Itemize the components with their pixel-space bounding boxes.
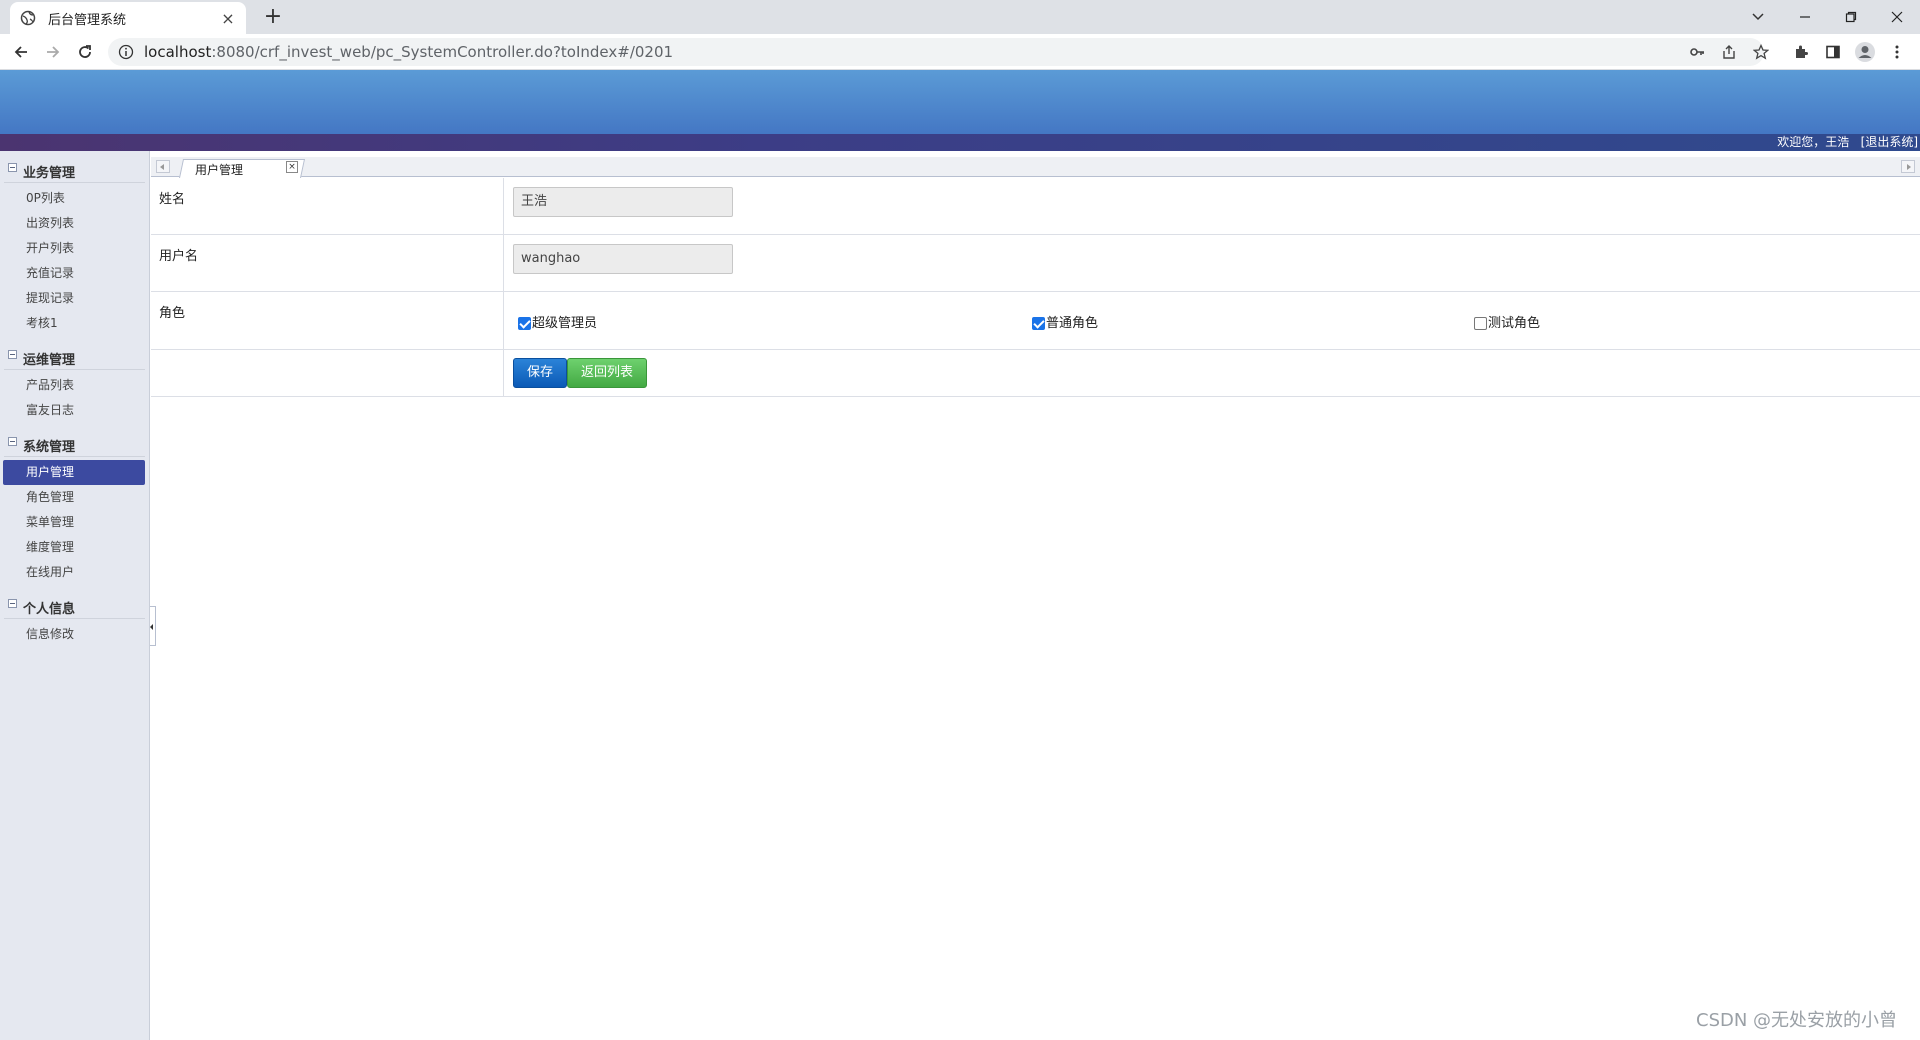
close-tab-icon[interactable]: × [220, 9, 236, 28]
role-option-label: 普通角色 [1046, 316, 1099, 331]
form-value-cell: 超级管理员 普通角色 测试角色 [504, 292, 1920, 349]
save-button[interactable]: 保存 [513, 358, 568, 388]
sidebar-item-fuyou-log[interactable]: 富友日志 [3, 398, 145, 423]
minimize-icon[interactable] [1782, 0, 1828, 34]
checkbox-checked-icon[interactable] [518, 317, 531, 330]
close-content-tab-icon[interactable]: × [286, 161, 298, 173]
checkbox-unchecked-icon[interactable] [1474, 317, 1487, 330]
role-label: 角色 [151, 292, 504, 349]
browser-tab[interactable]: 后台管理系统 × [10, 2, 246, 34]
role-checkbox-normal[interactable]: 普通角色 [1032, 312, 1098, 331]
username-field[interactable]: wanghao [513, 244, 733, 274]
globe-icon [20, 10, 36, 26]
form-row-name: 姓名 王浩 [151, 178, 1920, 235]
sidebar-item-recharge-records[interactable]: 充值记录 [3, 261, 145, 286]
sidebar-group-label: 运维管理 [23, 353, 76, 368]
form-row-role: 角色 超级管理员 普通角色 测试角色 [151, 292, 1920, 350]
content-tab-strip: 用户管理 × [151, 157, 1920, 178]
sidebar-group-items: 0P列表 出资列表 开户列表 充值记录 提现记录 考核1 [0, 183, 149, 338]
sidebar-group-label: 业务管理 [23, 166, 76, 181]
extensions-icon[interactable] [1788, 39, 1814, 65]
sidebar-item-online-users[interactable]: 在线用户 [3, 560, 145, 585]
more-menu-icon[interactable] [1884, 39, 1910, 65]
profile-avatar-icon[interactable] [1852, 39, 1878, 65]
sidebar-item-account-list[interactable]: 开户列表 [3, 236, 145, 261]
sidebar-item-op-list[interactable]: 0P列表 [3, 186, 145, 211]
sidebar-item-role-management[interactable]: 角色管理 [3, 485, 145, 510]
form-value-cell: 保存 返回列表 [504, 350, 1920, 396]
close-window-icon[interactable] [1874, 0, 1920, 34]
sidebar-item-assessment[interactable]: 考核1 [3, 311, 145, 336]
form-row-username: 用户名 wanghao [151, 235, 1920, 292]
content-tab-label: 用户管理 [195, 163, 244, 177]
sidebar-item-withdraw-records[interactable]: 提现记录 [3, 286, 145, 311]
sidebar-group-items: 产品列表 富友日志 [0, 370, 149, 425]
address-bar[interactable]: localhost:8080/crf_invest_web/pc_SystemC… [108, 38, 1764, 66]
welcome-bar: 欢迎您，王浩 [退出系统] [0, 134, 1920, 151]
checkbox-checked-icon[interactable] [1032, 317, 1045, 330]
sidebar-group-personal[interactable]: 个人信息 [4, 593, 145, 619]
sidebar-collapse-handle[interactable] [150, 606, 156, 646]
sidebar-group-business[interactable]: 业务管理 [4, 157, 145, 183]
sidebar-group-system[interactable]: 系统管理 [4, 431, 145, 457]
reload-icon[interactable] [72, 39, 98, 65]
role-option-label: 测试角色 [1488, 316, 1541, 331]
side-panel-icon[interactable] [1820, 39, 1846, 65]
collapse-minus-icon[interactable] [8, 599, 17, 608]
watermark-text: CSDN @无处安放的小曾 [1696, 1010, 1898, 1031]
empty-label-cell [151, 350, 504, 396]
url-host: localhost [144, 43, 212, 61]
sidebar-item-edit-info[interactable]: 信息修改 [3, 622, 145, 647]
sidebar-item-menu-management[interactable]: 菜单管理 [3, 510, 145, 535]
form-value-cell: 王浩 [504, 178, 1920, 234]
share-icon[interactable] [1716, 39, 1742, 65]
scroll-right-icon[interactable] [1901, 160, 1915, 173]
site-info-icon[interactable] [118, 44, 134, 60]
back-arrow-icon[interactable] [8, 39, 34, 65]
role-checkbox-test[interactable]: 测试角色 [1474, 312, 1540, 331]
username-label: 用户名 [151, 235, 504, 291]
sidebar-item-funding-list[interactable]: 出资列表 [3, 211, 145, 236]
form-row-actions: 保存 返回列表 [151, 350, 1920, 397]
tab-search-icon[interactable] [1744, 4, 1772, 30]
url-path: :8080/crf_invest_web/pc_SystemController… [211, 43, 674, 61]
url-text: localhost:8080/crf_invest_web/pc_SystemC… [144, 43, 673, 61]
browser-toolbar: localhost:8080/crf_invest_web/pc_SystemC… [0, 34, 1920, 70]
back-to-list-button[interactable]: 返回列表 [567, 358, 648, 388]
new-tab-button[interactable]: + [260, 4, 286, 30]
scroll-left-icon[interactable] [156, 160, 170, 173]
collapse-minus-icon[interactable] [8, 437, 17, 446]
app-header-banner [0, 70, 1920, 134]
key-icon[interactable] [1684, 39, 1710, 65]
sidebar-item-dimension-management[interactable]: 维度管理 [3, 535, 145, 560]
name-field[interactable]: 王浩 [513, 187, 733, 217]
sidebar-item-product-list[interactable]: 产品列表 [3, 373, 145, 398]
restore-icon[interactable] [1828, 0, 1874, 34]
role-checkbox-super-admin[interactable]: 超级管理员 [518, 312, 597, 331]
sidebar-group-label: 个人信息 [23, 602, 76, 617]
sidebar-group-items: 用户管理 角色管理 菜单管理 维度管理 在线用户 [0, 457, 149, 587]
role-option-label: 超级管理员 [532, 316, 598, 331]
user-edit-form: 姓名 王浩 用户名 wanghao 角色 超级管理员 普通角色 测试角色 保存 … [151, 178, 1920, 397]
browser-tab-title: 后台管理系统 [48, 12, 127, 28]
sidebar-group-items: 信息修改 [0, 619, 149, 649]
collapse-minus-icon[interactable] [8, 350, 17, 359]
forward-arrow-icon[interactable] [40, 39, 66, 65]
form-value-cell: wanghao [504, 235, 1920, 291]
name-label: 姓名 [151, 178, 504, 234]
sidebar-item-user-management[interactable]: 用户管理 [3, 460, 145, 485]
sidebar-group-label: 系统管理 [23, 440, 76, 455]
star-icon[interactable] [1748, 39, 1774, 65]
browser-tab-strip: 后台管理系统 × + [0, 0, 1920, 34]
collapse-minus-icon[interactable] [8, 163, 17, 172]
sidebar-menu: 业务管理 0P列表 出资列表 开户列表 充值记录 提现记录 考核1 运维管理 产… [0, 151, 150, 1040]
sidebar-group-operations[interactable]: 运维管理 [4, 344, 145, 370]
